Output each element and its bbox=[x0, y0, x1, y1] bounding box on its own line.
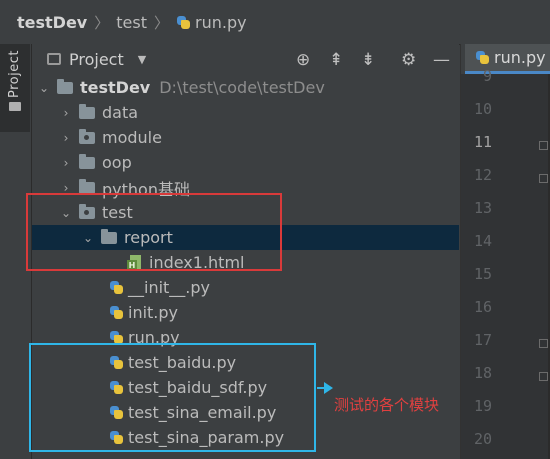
tree-item-data[interactable]: › data bbox=[32, 100, 486, 125]
line-number: 17 bbox=[473, 331, 492, 349]
line-number: 20 bbox=[473, 430, 492, 448]
line-number: 10 bbox=[473, 100, 492, 118]
highlight-box-report bbox=[26, 193, 282, 271]
editor-area: run.py 9 10 11 12 13 14 15 16 17 18 19 2… bbox=[460, 44, 550, 459]
annotation-label: 测试的各个模块 bbox=[334, 396, 440, 414]
expand-arrow-icon[interactable]: › bbox=[59, 106, 73, 120]
hide-panel-icon[interactable]: — bbox=[433, 50, 450, 70]
locate-file-icon[interactable]: ⊕ bbox=[296, 50, 310, 70]
highlight-box-test-modules bbox=[29, 343, 316, 452]
folder-icon bbox=[57, 78, 73, 94]
tree-item-module[interactable]: › module bbox=[32, 125, 486, 150]
tree-item-label: __init__.py bbox=[128, 278, 211, 297]
folder-icon bbox=[79, 103, 95, 119]
python-file-icon bbox=[109, 280, 124, 295]
tree-item-label: init.py bbox=[128, 303, 179, 322]
fold-marker-icon[interactable] bbox=[539, 174, 548, 183]
folder-icon bbox=[9, 102, 21, 111]
editor-tab-label: run.py bbox=[494, 48, 546, 67]
line-number: 15 bbox=[473, 265, 492, 283]
collapse-all-icon[interactable]: ⇟ bbox=[361, 50, 375, 70]
tree-item-label: module bbox=[102, 128, 162, 147]
annotation-arrow-head bbox=[324, 382, 333, 394]
project-panel-toolbar: Project ▼ ⊕ ⇞ ⇟ ⚙ — bbox=[32, 44, 459, 74]
package-folder-icon bbox=[79, 128, 95, 144]
tree-item-oop[interactable]: › oop bbox=[32, 150, 486, 175]
fold-marker-icon[interactable] bbox=[539, 141, 548, 150]
expand-all-icon[interactable]: ⇞ bbox=[329, 50, 343, 70]
tree-item-label: oop bbox=[102, 153, 132, 172]
line-number: 9 bbox=[482, 67, 492, 85]
fold-marker-icon[interactable] bbox=[539, 339, 548, 348]
fold-marker-icon[interactable] bbox=[539, 372, 548, 381]
tree-item-label: data bbox=[102, 103, 139, 122]
project-tool-tab[interactable]: Project bbox=[0, 44, 30, 132]
project-path: D:\test\code\testDev bbox=[159, 78, 325, 97]
line-number-gutter: 9 10 11 12 13 14 15 16 17 18 19 20 bbox=[461, 67, 550, 459]
expand-arrow-icon[interactable]: › bbox=[59, 131, 73, 145]
breadcrumb-file-label: run.py bbox=[195, 12, 247, 32]
line-number: 16 bbox=[473, 298, 492, 316]
line-number: 13 bbox=[473, 199, 492, 217]
line-number: 19 bbox=[473, 397, 492, 415]
settings-gear-icon[interactable]: ⚙ bbox=[401, 50, 416, 70]
line-number-current: 11 bbox=[473, 133, 492, 151]
python-file-icon bbox=[475, 50, 490, 65]
breadcrumb-project[interactable]: testDev bbox=[17, 13, 87, 32]
tree-item-testdev[interactable]: ⌄ testDev D:\test\code\testDev bbox=[32, 75, 464, 100]
folder-icon bbox=[79, 178, 95, 194]
folder-icon bbox=[79, 153, 95, 169]
breadcrumb-file[interactable]: run.py bbox=[176, 13, 247, 32]
python-file-icon bbox=[176, 15, 191, 30]
view-dropdown-icon[interactable]: ▼ bbox=[138, 53, 146, 66]
breadcrumb-folder[interactable]: test bbox=[116, 13, 147, 32]
python-file-icon bbox=[109, 305, 124, 320]
line-number: 12 bbox=[473, 166, 492, 184]
navigation-bar: testDev 〉 test 〉 run.py bbox=[0, 0, 550, 45]
line-number: 18 bbox=[473, 364, 492, 382]
line-number: 14 bbox=[473, 232, 492, 250]
breadcrumb-separator: 〉 bbox=[94, 13, 110, 32]
project-view-icon bbox=[47, 53, 61, 65]
tree-item-label: testDev bbox=[80, 78, 151, 97]
project-tool-tab-label: Project bbox=[7, 50, 22, 98]
project-view-title[interactable]: Project bbox=[69, 50, 124, 69]
collapse-arrow-icon[interactable]: ⌄ bbox=[37, 81, 51, 95]
breadcrumb-separator: 〉 bbox=[153, 13, 169, 32]
expand-arrow-icon[interactable]: › bbox=[59, 156, 73, 170]
